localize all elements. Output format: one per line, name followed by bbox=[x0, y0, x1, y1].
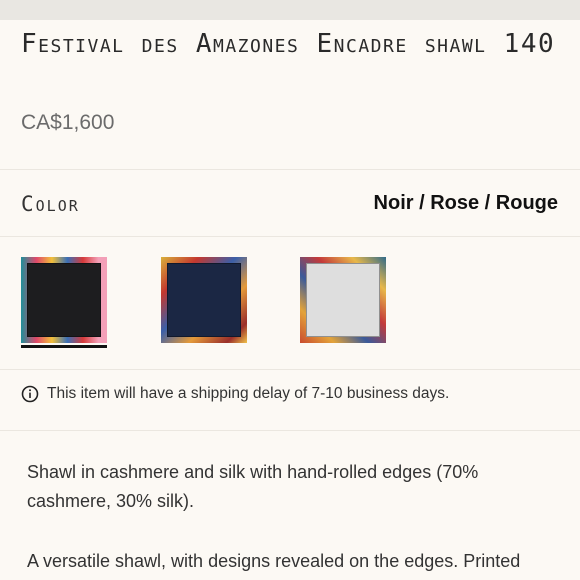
color-swatch-noir-rose-rouge[interactable] bbox=[21, 257, 107, 343]
divider bbox=[0, 169, 580, 170]
product-title: Festival des Amazones Encadre shawl 140 bbox=[21, 29, 556, 59]
color-swatch-navy[interactable] bbox=[161, 257, 247, 343]
selected-swatch-indicator bbox=[21, 345, 107, 348]
color-label: Color bbox=[21, 192, 80, 216]
info-icon bbox=[21, 385, 39, 403]
description-paragraph: A versatile shawl, with designs revealed… bbox=[27, 551, 521, 571]
divider bbox=[0, 369, 580, 370]
shipping-delay-notice: This item will have a shipping delay of … bbox=[21, 385, 449, 403]
notice-text: This item will have a shipping delay of … bbox=[47, 385, 450, 402]
description-paragraph: Shawl in cashmere and silk with hand-rol… bbox=[27, 462, 479, 511]
selected-color-value: Noir / Rose / Rouge bbox=[373, 192, 558, 214]
swatch-center bbox=[167, 263, 241, 337]
color-swatch-white[interactable] bbox=[300, 257, 386, 343]
divider bbox=[0, 236, 580, 237]
swatch-center bbox=[306, 263, 380, 337]
product-price: CA$1,600 bbox=[21, 111, 115, 134]
divider bbox=[0, 430, 580, 431]
swatch-center bbox=[27, 263, 101, 337]
top-bar bbox=[0, 0, 580, 20]
